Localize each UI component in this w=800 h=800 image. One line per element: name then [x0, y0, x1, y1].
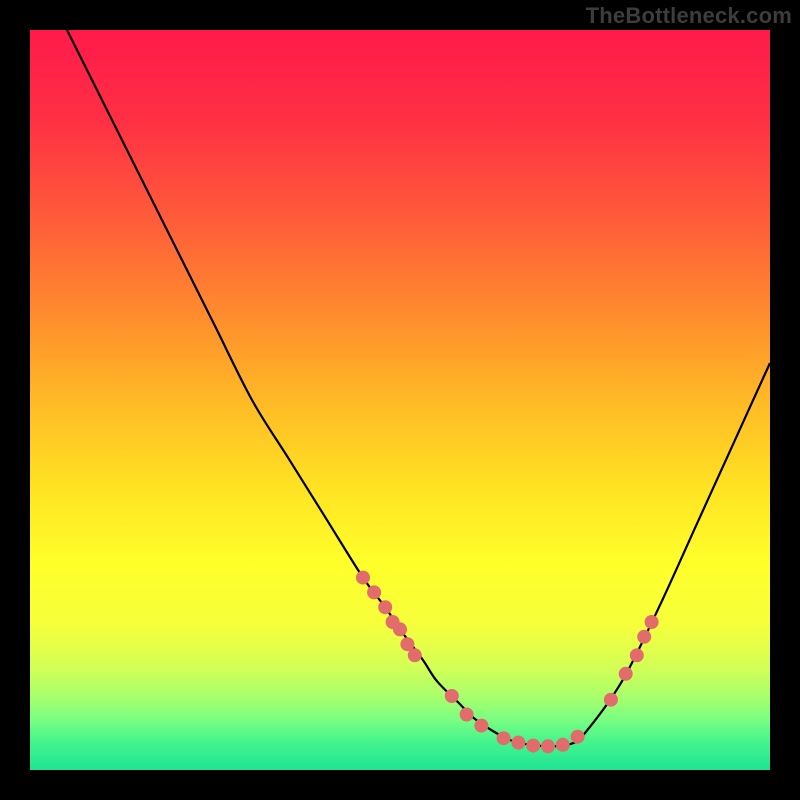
- data-point: [511, 736, 525, 750]
- data-point: [526, 739, 540, 753]
- data-point: [393, 622, 407, 636]
- data-point: [619, 667, 633, 681]
- data-point: [645, 615, 659, 629]
- data-point: [445, 689, 459, 703]
- plot-background: [30, 30, 770, 770]
- data-point: [541, 739, 555, 753]
- data-point: [408, 648, 422, 662]
- data-point: [356, 571, 370, 585]
- data-point: [556, 738, 570, 752]
- chart-canvas: [0, 0, 800, 800]
- data-point: [378, 600, 392, 614]
- data-point: [604, 693, 618, 707]
- watermark-text: TheBottleneck.com: [586, 3, 792, 29]
- chart-frame: TheBottleneck.com: [0, 0, 800, 800]
- data-point: [630, 648, 644, 662]
- data-point: [497, 731, 511, 745]
- data-point: [367, 585, 381, 599]
- data-point: [460, 708, 474, 722]
- data-point: [571, 730, 585, 744]
- data-point: [637, 630, 651, 644]
- data-point: [474, 719, 488, 733]
